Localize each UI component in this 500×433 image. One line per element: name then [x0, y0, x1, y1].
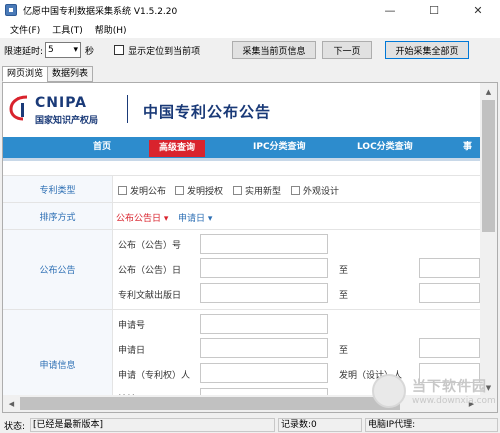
- app-date-to-label: 至: [339, 346, 349, 356]
- nav-loc-search[interactable]: LOC分类查询: [357, 137, 413, 158]
- sort-down-icon: ▾: [207, 214, 213, 224]
- delay-unit: 秒: [85, 46, 95, 57]
- menu-file[interactable]: 文件(F): [4, 23, 46, 36]
- close-button[interactable]: ✕: [456, 0, 500, 20]
- locate-checkbox[interactable]: 显示定位到当前项: [114, 44, 200, 57]
- watermark: 当下软件园 www.downxia.com: [372, 370, 500, 416]
- cnipa-logo-icon: [9, 95, 28, 121]
- type-design-label: 外观设计: [303, 187, 340, 197]
- sort-pub-date[interactable]: 公布公告日 ▾: [116, 211, 168, 224]
- delay-select[interactable]: 5 ▾: [45, 42, 82, 58]
- logo-text-en: CNIPA: [35, 95, 88, 111]
- doc-date-to-label: 至: [339, 291, 349, 301]
- pub-date-from-input[interactable]: [200, 258, 328, 278]
- next-page-button[interactable]: 下一页: [322, 41, 372, 59]
- delay-value: 5: [48, 45, 54, 55]
- logo-text-cn: 国家知识产权局: [35, 116, 99, 126]
- scroll-left-icon[interactable]: ◀: [3, 395, 20, 412]
- sort-down-icon: ▾: [163, 214, 169, 224]
- type-utility-box[interactable]: [233, 186, 242, 195]
- collect-current-button[interactable]: 采集当前页信息: [232, 41, 316, 59]
- doc-date-from-input[interactable]: [200, 283, 328, 303]
- type-invention-pub[interactable]: 发明公布: [118, 184, 166, 197]
- collect-all-button[interactable]: 开始采集全部页: [385, 41, 469, 59]
- horizontal-scroll-thumb[interactable]: [20, 397, 400, 410]
- nav-advanced-search[interactable]: 高级查询: [149, 140, 206, 157]
- web-view: CNIPA 国家知识产权局 中国专利公布公告 首页 高级查询 IPC分类查询 L…: [2, 82, 498, 413]
- locate-checkbox-label: 显示定位到当前项: [128, 46, 201, 57]
- sort-pub-date-label: 公布公告日: [116, 214, 162, 224]
- site-nav: 首页 高级查询 IPC分类查询 LOC分类查询 事务: [3, 137, 480, 173]
- minimize-button[interactable]: —: [368, 0, 412, 20]
- tab-data-list[interactable]: 数据列表: [47, 66, 94, 82]
- site-title: 中国专利公布公告: [143, 103, 272, 121]
- pub-date-to-label: 至: [339, 266, 349, 276]
- header-divider: [127, 95, 128, 123]
- menu-help[interactable]: 帮助(H): [89, 23, 133, 36]
- doc-date-label: 专利文献出版日: [118, 291, 182, 301]
- sort-app-date-label: 申请日: [178, 214, 206, 224]
- sort-app-date[interactable]: 申请日 ▾: [178, 211, 212, 224]
- type-invention-grant-box[interactable]: [175, 186, 184, 195]
- type-invention-grant[interactable]: 发明授权: [175, 184, 223, 197]
- applicant-label: 申请（专利权）人: [118, 371, 191, 381]
- type-utility[interactable]: 实用新型: [233, 184, 281, 197]
- nav-ipc-search[interactable]: IPC分类查询: [253, 137, 306, 158]
- app-date-label: 申请日: [118, 346, 146, 356]
- nav-affairs[interactable]: 事务: [463, 137, 480, 173]
- menu-tools[interactable]: 工具(T): [46, 23, 89, 36]
- doc-date-to-input[interactable]: [419, 283, 480, 303]
- nav-home[interactable]: 首页: [93, 137, 111, 158]
- tab-web-browse[interactable]: 网页浏览: [2, 66, 49, 82]
- record-count-value: 0: [311, 420, 317, 430]
- window-controls: — ☐ ✕: [368, 0, 500, 20]
- watermark-url: www.downxia.com: [412, 396, 496, 406]
- window-title: 亿愿中国专利数据采集系统 V1.5.2.20: [23, 6, 178, 17]
- patent-type-label: 专利类型: [3, 176, 113, 202]
- app-no-input[interactable]: [200, 314, 328, 334]
- type-utility-label: 实用新型: [245, 187, 282, 197]
- type-design-box[interactable]: [291, 186, 300, 195]
- type-invention-grant-label: 发明授权: [187, 187, 224, 197]
- status-bar: 状态: [已经是最新版本] 记录数:0 电脑IP代理:: [0, 417, 500, 433]
- app-date-to-input[interactable]: [419, 338, 480, 358]
- app-date-from-input[interactable]: [200, 338, 328, 358]
- applicant-input[interactable]: [200, 363, 328, 383]
- status-message: [已经是最新版本]: [30, 418, 275, 432]
- watermark-text: 当下软件园: [412, 379, 487, 395]
- record-count: 记录数:0: [278, 418, 362, 432]
- title-bar: 亿愿中国专利数据采集系统 V1.5.2.20 — ☐ ✕: [0, 0, 500, 20]
- type-invention-pub-box[interactable]: [118, 186, 127, 195]
- pub-no-input[interactable]: [200, 234, 328, 254]
- record-count-label: 记录数:: [281, 420, 312, 430]
- app-icon: [5, 4, 17, 16]
- vertical-scrollbar[interactable]: ▲ ▼: [480, 83, 497, 396]
- row-publication: 公布公告 公布（公告）号 公布（公告）日 至 专利文献出版日 至: [3, 229, 480, 309]
- ip-proxy: 电脑IP代理:: [365, 418, 498, 432]
- publication-label: 公布公告: [3, 230, 113, 309]
- locate-checkbox-box[interactable]: [114, 45, 125, 55]
- app-no-label: 申请号: [118, 321, 146, 331]
- pub-date-label: 公布（公告）日: [118, 266, 182, 276]
- type-invention-pub-label: 发明公布: [130, 187, 167, 197]
- type-design[interactable]: 外观设计: [291, 184, 339, 197]
- scroll-up-icon[interactable]: ▲: [480, 83, 497, 100]
- pub-date-to-input[interactable]: [419, 258, 480, 278]
- menu-bar: 文件(F) 工具(T) 帮助(H): [0, 20, 500, 38]
- watermark-logo-icon: [372, 374, 406, 408]
- sort-label: 排序方式: [3, 203, 113, 229]
- status-label: 状态:: [4, 422, 26, 432]
- vertical-scroll-thumb[interactable]: [482, 100, 495, 232]
- delay-label: 限速延时:: [4, 46, 44, 57]
- site-header: CNIPA 国家知识产权局 中国专利公布公告: [3, 83, 480, 133]
- row-patent-type: 专利类型 发明公布 发明授权 实用新型 外观设计: [3, 175, 480, 202]
- row-sort: 排序方式 公布公告日 ▾ 申请日 ▾: [3, 202, 480, 229]
- tab-strip: 网页浏览 数据列表: [2, 66, 94, 82]
- chevron-down-icon: ▾: [73, 45, 79, 55]
- pub-no-label: 公布（公告）号: [118, 241, 182, 251]
- maximize-button[interactable]: ☐: [412, 0, 456, 20]
